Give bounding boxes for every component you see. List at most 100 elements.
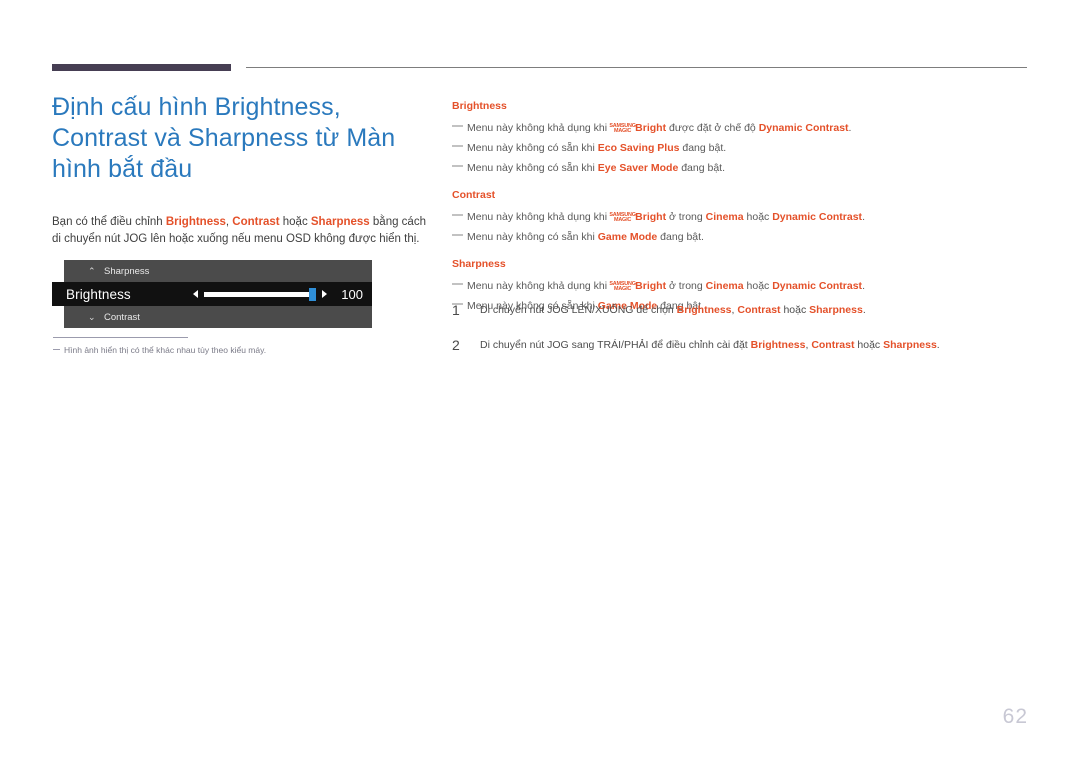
step-text: Di chuyển nút JOG LÊN/XUỐNG để chọn Brig… — [480, 303, 866, 318]
note-text: . — [848, 122, 852, 134]
step-text-pre: Di chuyển nút JOG sang TRÁI/PHẢI để điều… — [480, 339, 751, 351]
step-sep: hoặc — [780, 304, 810, 316]
step-keyword-sharpness: Sharpness — [809, 304, 863, 316]
header-divider-line — [246, 67, 1027, 68]
note-line: Menu này không có sẵn khi Eye Saver Mode… — [452, 158, 1027, 178]
note-keyword: Eye Saver Mode — [597, 162, 679, 174]
page-title: Định cấu hình Brightness, Contrast và Sh… — [52, 92, 432, 185]
step-item: 1 Di chuyển nút JOG LÊN/XUỐNG để chọn Br… — [452, 303, 1052, 318]
step-number: 1 — [452, 302, 460, 318]
step-sep: hoặc — [854, 339, 884, 351]
note-keyword: Cinema — [705, 211, 744, 223]
note-text: . — [862, 280, 865, 292]
step-text: Di chuyển nút JOG sang TRÁI/PHẢI để điều… — [480, 338, 940, 353]
note-text: hoặc — [743, 211, 773, 223]
step-keyword-sharpness: Sharpness — [883, 339, 937, 351]
note-text: đang bật. — [679, 142, 727, 154]
step-keyword-contrast: Contrast — [811, 339, 855, 351]
chevron-up-icon: ⌃ — [88, 265, 96, 276]
note-keyword-bright: Bright — [635, 122, 667, 134]
instruction-steps: 1 Di chuyển nút JOG LÊN/XUỐNG để chọn Br… — [452, 303, 1052, 373]
chevron-down-icon: ⌄ — [88, 311, 96, 322]
osd-item-brightness-label: Brightness — [66, 286, 131, 302]
note-keyword-bright: Bright — [635, 280, 667, 292]
step-keyword-brightness: Brightness — [676, 304, 732, 316]
note-text: ở trong — [666, 280, 706, 292]
left-column: Định cấu hình Brightness, Contrast và Sh… — [52, 92, 432, 328]
magic-logo-bottom: MAGIC — [614, 128, 632, 134]
footnote-dash-icon — [53, 349, 60, 350]
note-keyword: Eco Saving Plus — [597, 142, 680, 154]
note-group-title-sharpness: Sharpness — [452, 258, 506, 270]
note-line: Menu này không có sẵn khi Game Mode đang… — [452, 227, 1027, 247]
intro-paragraph: Bạn có thể điều chỉnh Brightness, Contra… — [52, 214, 427, 248]
osd-brightness-widget: ⌃ Sharpness Brightness 100 ⌄ Contrast — [52, 260, 372, 328]
note-dash-icon — [452, 125, 463, 127]
note-text: Menu này không có sẵn khi — [467, 162, 598, 174]
note-text: Menu này không khả dụng khi — [467, 280, 611, 292]
step-keyword-brightness: Brightness — [750, 339, 806, 351]
note-line: Menu này không khả dụng khi SAMSUNG MAGIC… — [452, 118, 1027, 138]
header-accent-bar — [52, 64, 231, 71]
intro-keyword-brightness: Brightness — [165, 216, 226, 228]
footnote: Hình ảnh hiển thị có thể khác nhau tùy t… — [53, 345, 266, 355]
note-line: Menu này không khả dụng khi SAMSUNG MAGIC… — [452, 207, 1027, 227]
magic-logo-bottom: MAGIC — [614, 217, 632, 223]
osd-item-sharpness-label: Sharpness — [104, 265, 150, 277]
step-text-post: . — [862, 304, 866, 316]
right-column-notes: Brightness Menu này không khả dụng khi S… — [452, 100, 1027, 316]
samsung-magic-logo: SAMSUNG MAGIC — [609, 281, 636, 292]
note-text: Menu này không có sẵn khi — [467, 231, 598, 243]
note-keyword: Cinema — [705, 280, 744, 292]
slider-handle[interactable] — [309, 287, 316, 301]
note-text: đang bật. — [657, 231, 704, 243]
step-number: 2 — [452, 337, 460, 353]
intro-text-1: Bạn có thể điều chỉnh — [52, 216, 166, 228]
page-title-line-3: hình bắt đầu — [52, 155, 193, 183]
note-dash-icon — [452, 283, 463, 285]
footnote-divider — [53, 337, 188, 338]
note-keyword: Dynamic Contrast — [758, 122, 849, 134]
brightness-slider[interactable]: 100 — [193, 287, 372, 302]
page-title-line-1: Định cấu hình Brightness, — [52, 93, 341, 121]
note-text: Menu này không khả dụng khi — [467, 122, 611, 134]
osd-item-sharpness[interactable]: ⌃ Sharpness — [64, 260, 372, 282]
samsung-magic-logo: SAMSUNG MAGIC — [609, 123, 636, 134]
note-group-title-brightness: Brightness — [452, 100, 507, 112]
osd-item-contrast-label: Contrast — [104, 311, 140, 323]
note-keyword: Dynamic Contrast — [772, 211, 863, 223]
note-keyword: Dynamic Contrast — [772, 280, 863, 292]
note-text: Menu này không có sẵn khi — [467, 142, 598, 154]
note-text: Menu này không khả dụng khi — [467, 211, 611, 223]
note-text: ở trong — [666, 211, 706, 223]
note-line: Menu này không khả dụng khi SAMSUNG MAGIC… — [452, 276, 1027, 296]
magic-logo-bottom: MAGIC — [614, 286, 632, 292]
note-text: . — [862, 211, 865, 223]
note-text: được đặt ở chế độ — [666, 122, 759, 134]
slider-decrease-arrow-icon[interactable] — [193, 290, 198, 298]
intro-text-3: hoặc — [279, 216, 311, 228]
footnote-text: Hình ảnh hiển thị có thể khác nhau tùy t… — [64, 345, 267, 355]
slider-track[interactable] — [204, 287, 316, 301]
note-keyword: Game Mode — [597, 231, 658, 243]
step-keyword-contrast: Contrast — [737, 304, 781, 316]
note-dash-icon — [452, 234, 463, 236]
slider-increase-arrow-icon[interactable] — [322, 290, 327, 298]
osd-item-brightness[interactable]: Brightness 100 — [52, 282, 372, 306]
page-title-line-2: Contrast và Sharpness từ Màn — [52, 124, 396, 152]
note-line: Menu này không có sẵn khi Eco Saving Plu… — [452, 138, 1027, 158]
page-number: 62 — [1002, 705, 1028, 728]
note-text: hoặc — [743, 280, 773, 292]
step-item: 2 Di chuyển nút JOG sang TRÁI/PHẢI để đi… — [452, 338, 1052, 353]
note-keyword-bright: Bright — [635, 211, 667, 223]
osd-item-contrast[interactable]: ⌄ Contrast — [64, 306, 372, 328]
note-group-title-contrast: Contrast — [452, 189, 496, 201]
samsung-magic-logo: SAMSUNG MAGIC — [609, 212, 636, 223]
step-text-post: . — [936, 339, 940, 351]
intro-keyword-contrast: Contrast — [232, 216, 280, 228]
step-text-pre: Di chuyển nút JOG LÊN/XUỐNG để chọn — [480, 304, 677, 316]
note-dash-icon — [452, 214, 463, 216]
slider-value: 100 — [341, 286, 363, 302]
note-text: đang bật. — [678, 162, 726, 174]
intro-keyword-sharpness: Sharpness — [310, 216, 370, 228]
